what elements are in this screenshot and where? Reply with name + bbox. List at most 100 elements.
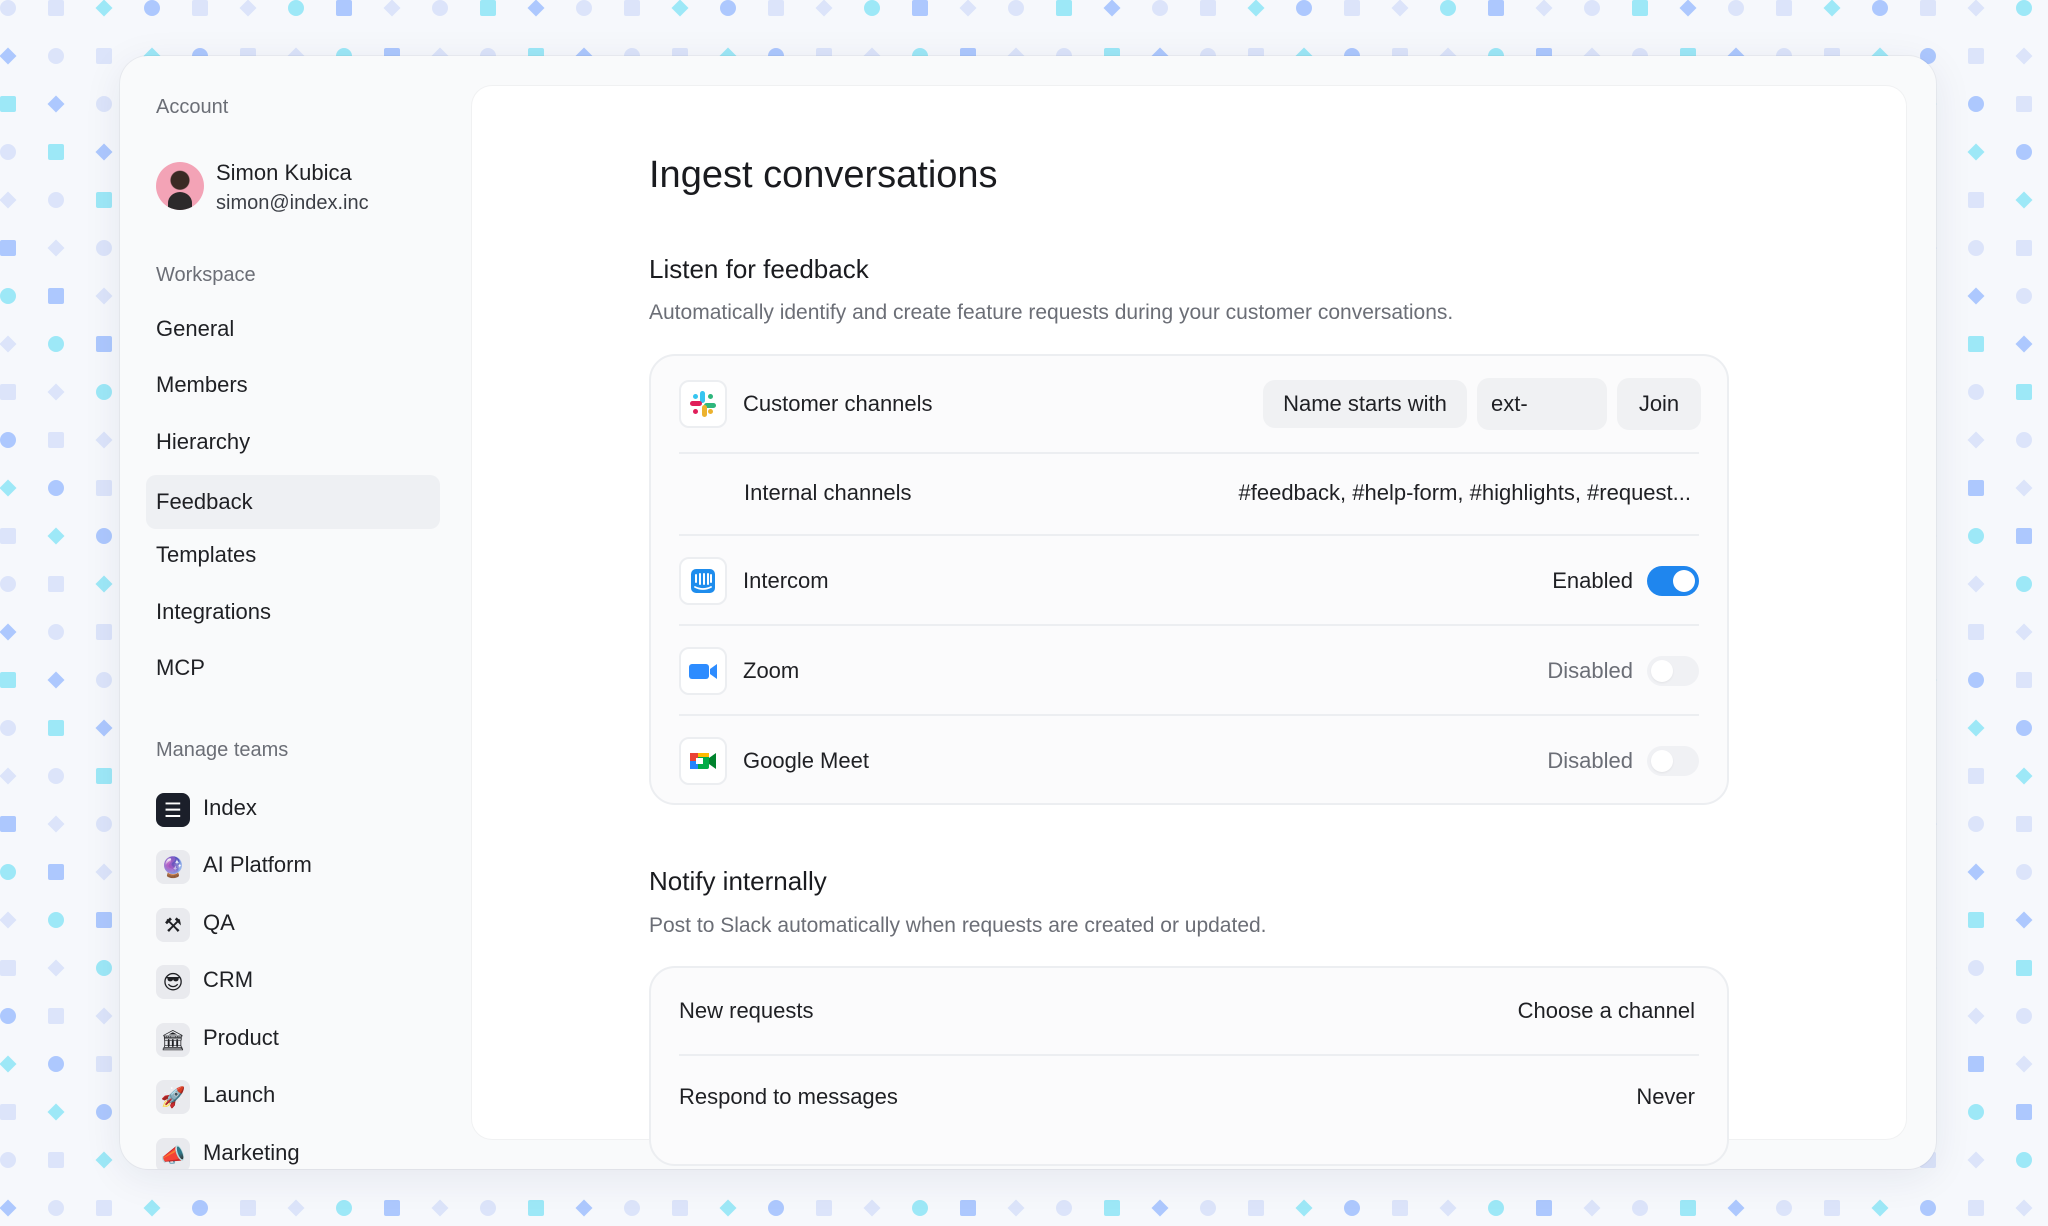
pattern-dot-471: [1968, 480, 1984, 496]
pattern-dot-861: [47, 959, 65, 977]
pattern-dot-688: [0, 767, 17, 785]
join-button[interactable]: Join: [1617, 378, 1701, 430]
respond-to-messages-row[interactable]: Respond to messages Never: [679, 1054, 1699, 1140]
notify-section-description: Post to Slack automatically when request…: [649, 914, 1267, 937]
pattern-dot-42: [2016, 0, 2032, 16]
pattern-dot-773: [2016, 816, 2032, 832]
account-section-label: Account: [156, 96, 229, 118]
pattern-dot-431: [48, 480, 64, 496]
pattern-dot-988: [2015, 1055, 2033, 1073]
sidebar-item-mcp[interactable]: MCP: [146, 641, 440, 695]
pattern-dot-1105: [1439, 1199, 1457, 1217]
team-label: Index: [203, 795, 257, 820]
pattern-dot-1095: [960, 1200, 976, 1216]
pattern-dot-301: [0, 335, 17, 353]
sidebar-item-hierarchy[interactable]: Hierarchy: [146, 415, 440, 469]
pattern-dot-1073: [1967, 1151, 1985, 1169]
notify-section-title: Notify internally: [649, 866, 827, 896]
zoom-label: Zoom: [743, 658, 800, 683]
internal-channels-value: #feedback, #help-form, #highlights, #req…: [1238, 480, 1692, 505]
user-email: simon@index.inc: [216, 192, 369, 214]
pattern-dot-1104: [1392, 1200, 1408, 1216]
pattern-dot-1: [48, 0, 64, 16]
main-panel: Ingest conversations Listen for feedback…: [472, 86, 1906, 1166]
pattern-dot-387: [0, 432, 16, 448]
pattern-dot-302: [48, 336, 64, 352]
pattern-dot-85: [2015, 47, 2033, 65]
pattern-dot-84: [1968, 48, 1984, 64]
pattern-dot-388: [48, 432, 64, 448]
team-item-ai-platform[interactable]: 🔮 AI Platform: [156, 846, 446, 886]
internal-channels-row[interactable]: Internal channels #feedback, #help-form,…: [679, 452, 1699, 534]
slack-icon: [679, 380, 727, 428]
name-filter-select[interactable]: Name starts with: [1263, 380, 1467, 428]
team-item-index[interactable]: ☰ Index: [156, 789, 446, 829]
pattern-dot-819: [96, 912, 112, 928]
pattern-dot-428: [1967, 431, 1985, 449]
pattern-dot-345: [47, 383, 65, 401]
pattern-dot-1033: [48, 1152, 64, 1168]
pattern-dot-342: [1968, 336, 1984, 352]
pattern-dot-600: [1968, 624, 1984, 640]
pattern-dot-1096: [1007, 1199, 1025, 1217]
google-meet-toggle[interactable]: [1647, 746, 1699, 776]
pattern-dot-686: [1967, 719, 1985, 737]
pattern-dot-36: [1728, 0, 1744, 16]
zoom-toggle[interactable]: [1647, 656, 1699, 686]
channel-prefix-input[interactable]: ext-: [1477, 378, 1607, 430]
pattern-dot-30: [1440, 0, 1456, 16]
new-requests-channel-select[interactable]: Choose a channel: [1518, 998, 1695, 1024]
respond-to-messages-select[interactable]: Never: [1636, 1084, 1695, 1110]
pattern-dot-129: [0, 144, 16, 160]
pattern-dot-473: [0, 528, 16, 544]
pattern-dot-729: [1968, 768, 1984, 784]
sidebar-item-general[interactable]: General: [146, 302, 440, 356]
team-label: Marketing: [203, 1140, 300, 1165]
intercom-status: Enabled: [1552, 568, 1633, 593]
sidebar-item-integrations[interactable]: Integrations: [146, 585, 440, 639]
pattern-dot-1084: [431, 1199, 449, 1217]
pattern-dot-987: [1968, 1056, 1984, 1072]
pattern-dot-731: [0, 816, 16, 832]
new-requests-row[interactable]: New requests Choose a channel: [679, 968, 1699, 1054]
zoom-row: Zoom Disabled: [679, 624, 1699, 714]
pattern-dot-4: [192, 0, 208, 16]
intercom-toggle[interactable]: [1647, 566, 1699, 596]
sidebar-item-feedback[interactable]: Feedback: [146, 475, 440, 529]
respond-to-messages-label: Respond to messages: [679, 1084, 898, 1109]
pattern-dot-1111: [1727, 1199, 1745, 1217]
pattern-dot-860: [0, 960, 16, 976]
page-title: Ingest conversations: [649, 154, 998, 196]
pattern-dot-646: [48, 720, 64, 736]
pattern-dot-1078: [143, 1199, 161, 1217]
pattern-dot-429: [2016, 432, 2032, 448]
user-profile[interactable]: Simon Kubica simon@index.inc: [156, 152, 456, 220]
pattern-dot-1092: [816, 1200, 832, 1216]
team-item-marketing[interactable]: 📣 Marketing: [156, 1134, 446, 1169]
pattern-dot-1117: [2015, 1199, 2033, 1217]
pattern-dot-18: [864, 0, 880, 16]
pattern-dot-389: [95, 431, 113, 449]
pattern-dot-774: [0, 864, 16, 880]
rocket-icon: 🚀: [156, 1080, 190, 1114]
pattern-dot-215: [0, 240, 16, 256]
crystal-ball-icon: 🔮: [156, 850, 190, 884]
sidebar-item-members[interactable]: Members: [146, 358, 440, 412]
pattern-dot-946: [0, 1055, 17, 1073]
team-item-qa[interactable]: ⚒ QA: [156, 904, 446, 944]
pattern-dot-1086: [528, 1200, 544, 1216]
pattern-dot-1031: [2016, 1104, 2032, 1120]
team-item-product[interactable]: 🏛 Product: [156, 1019, 446, 1059]
team-item-crm[interactable]: 😎 CRM: [156, 961, 446, 1001]
pattern-dot-1083: [384, 1200, 400, 1216]
team-item-launch[interactable]: 🚀 Launch: [156, 1076, 446, 1116]
pattern-dot-1032: [0, 1152, 16, 1168]
intercom-row: Intercom Enabled: [679, 534, 1699, 624]
pattern-dot-16: [768, 0, 784, 16]
pattern-dot-300: [2016, 288, 2032, 304]
pattern-dot-990: [47, 1103, 65, 1121]
pattern-dot-343: [2015, 335, 2033, 353]
google-meet-icon: [679, 737, 727, 785]
pattern-dot-6: [288, 0, 304, 16]
sidebar-item-templates[interactable]: Templates: [146, 528, 440, 582]
